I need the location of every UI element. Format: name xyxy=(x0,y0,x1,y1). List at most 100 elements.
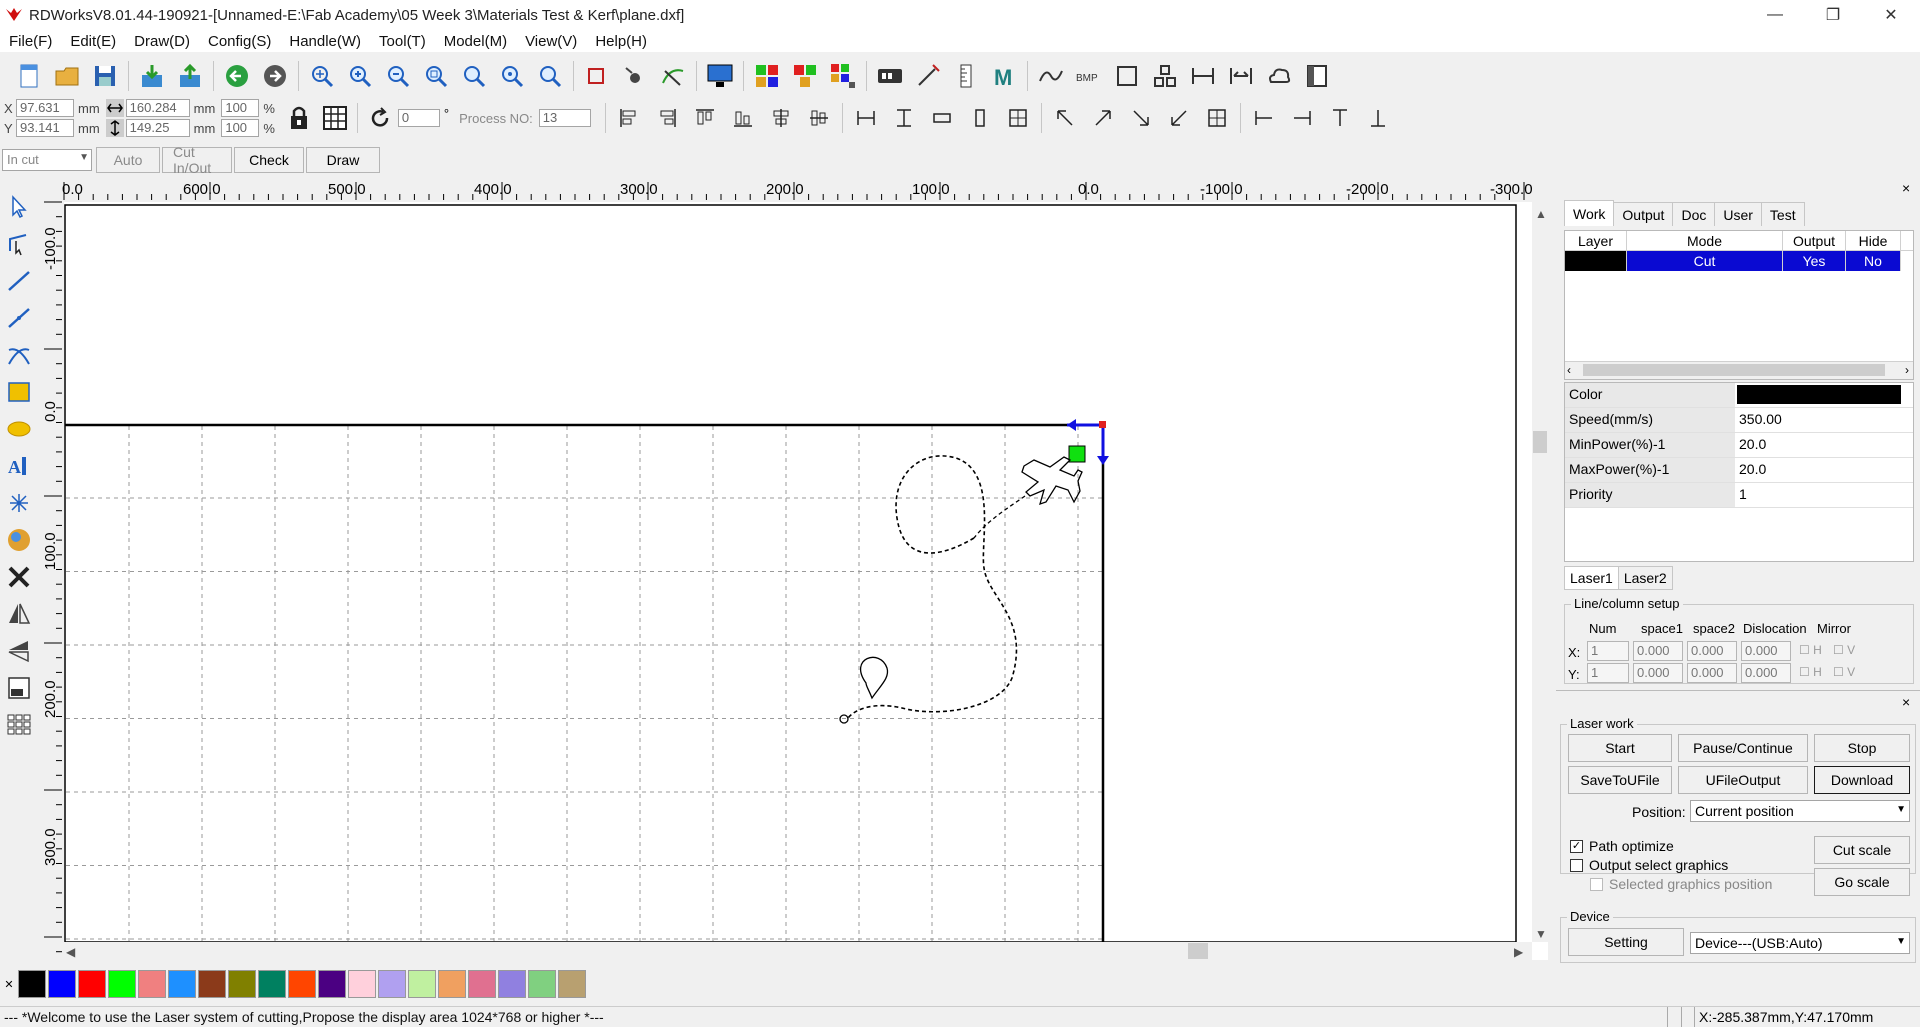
save-to-ufile-button[interactable]: SaveToUFile xyxy=(1568,766,1672,794)
drawing-canvas[interactable]: 0.0 600.0 500.0 400.0 300.0 200.0 100.0 … xyxy=(40,178,1548,960)
ufile-output-button[interactable]: UFileOutput xyxy=(1678,766,1808,794)
tab-output[interactable]: Output xyxy=(1613,202,1674,226)
ellipse-tool-icon[interactable] xyxy=(0,410,38,447)
color-swatch[interactable] xyxy=(78,970,106,998)
panel-close-icon[interactable]: × xyxy=(1902,180,1910,196)
lock-ratio-icon[interactable] xyxy=(283,102,315,134)
menu-model[interactable]: Model(M) xyxy=(435,33,516,50)
sort-icon[interactable] xyxy=(789,60,821,92)
width-input[interactable]: 160.284 xyxy=(125,99,190,117)
tab-user[interactable]: User xyxy=(1714,202,1762,226)
import-icon[interactable] xyxy=(136,60,168,92)
auto-button[interactable]: Auto xyxy=(96,147,160,173)
frame-icon[interactable] xyxy=(581,60,613,92)
prop-value[interactable]: 350.00 xyxy=(1735,408,1913,432)
y-space1-input[interactable]: 0.000 xyxy=(1633,663,1683,683)
menu-help[interactable]: Help(H) xyxy=(586,33,656,50)
prop-row-color[interactable]: Color xyxy=(1565,383,1913,408)
scale-x-input[interactable]: 100 xyxy=(221,99,260,117)
same-height-icon[interactable] xyxy=(888,102,920,134)
color-swatch[interactable] xyxy=(198,970,226,998)
start-button[interactable]: Start xyxy=(1568,734,1672,762)
color-swatch[interactable] xyxy=(558,970,586,998)
color-swatch[interactable] xyxy=(288,970,316,998)
distribute-bottom-icon[interactable] xyxy=(1362,102,1394,134)
move-bottom-right-icon[interactable] xyxy=(1125,102,1157,134)
node-icon[interactable] xyxy=(1149,60,1181,92)
tab-laser2[interactable]: Laser2 xyxy=(1617,566,1673,590)
zoom-in-icon[interactable] xyxy=(344,60,376,92)
device-setting-button[interactable]: Setting xyxy=(1568,928,1684,956)
maximize-button[interactable]: ❐ xyxy=(1804,0,1862,30)
color-swatch[interactable] xyxy=(48,970,76,998)
mirror-vertical-icon[interactable] xyxy=(0,632,38,669)
curve-tool-icon[interactable] xyxy=(0,336,38,373)
node-edit-icon[interactable] xyxy=(0,225,38,262)
select-arrow-icon[interactable] xyxy=(0,188,38,225)
same-width-icon[interactable] xyxy=(850,102,882,134)
color-swatch[interactable] xyxy=(18,970,46,998)
x-mirror-v-checkbox[interactable]: ☐ V xyxy=(1833,643,1855,657)
color-swatch[interactable] xyxy=(528,970,556,998)
go-scale-button[interactable]: Go scale xyxy=(1814,868,1910,896)
layer-mode[interactable]: Cut xyxy=(1627,251,1783,271)
check-button[interactable]: Check xyxy=(234,147,304,173)
arrange-icon[interactable] xyxy=(827,60,859,92)
prop-color-value[interactable] xyxy=(1735,383,1913,407)
zoom-out-icon[interactable] xyxy=(382,60,414,92)
menu-config[interactable]: Config(S) xyxy=(199,33,280,50)
x-dislocation-input[interactable]: 0.000 xyxy=(1741,641,1791,661)
color-swatch[interactable] xyxy=(108,970,136,998)
position-select[interactable]: Current position ▼ xyxy=(1690,800,1910,822)
y-dislocation-input[interactable]: 0.000 xyxy=(1741,663,1791,683)
menu-draw[interactable]: Draw(D) xyxy=(125,33,199,50)
rectangle-frame-icon[interactable] xyxy=(1111,60,1143,92)
menu-handle[interactable]: Handle(W) xyxy=(280,33,370,50)
align-bottom-icon[interactable] xyxy=(727,102,759,134)
color-swatch[interactable] xyxy=(408,970,436,998)
device-select[interactable]: Device---(USB:Auto) ▼ xyxy=(1690,932,1910,954)
process-no-input[interactable]: 13 xyxy=(538,109,591,127)
scroll-right-icon[interactable]: ▶ xyxy=(1514,945,1524,959)
path-optimize-checkbox[interactable]: ✓ Path optimize xyxy=(1570,838,1674,854)
draw-button[interactable]: Draw xyxy=(306,147,380,173)
color-swatch[interactable] xyxy=(348,970,376,998)
distribute-left-icon[interactable] xyxy=(1248,102,1280,134)
palette-close-icon[interactable]: ✕ xyxy=(0,978,18,991)
rotate-icon[interactable] xyxy=(364,102,396,134)
ruler-icon[interactable] xyxy=(950,60,982,92)
scroll-left-icon[interactable]: ‹ xyxy=(1567,363,1571,377)
image-tool-icon[interactable] xyxy=(0,521,38,558)
path-edit-icon[interactable] xyxy=(657,60,689,92)
same-size-v-icon[interactable] xyxy=(964,102,996,134)
undo-icon[interactable] xyxy=(221,60,253,92)
cloud-icon[interactable] xyxy=(1263,60,1295,92)
point-tool-icon[interactable] xyxy=(0,484,38,521)
delete-tool-icon[interactable] xyxy=(0,558,38,595)
tab-work[interactable]: Work xyxy=(1564,200,1615,226)
save-icon[interactable] xyxy=(89,60,121,92)
export-icon[interactable] xyxy=(174,60,206,92)
minimize-button[interactable]: — xyxy=(1746,0,1804,30)
x-position-input[interactable]: 97.631 xyxy=(16,99,74,117)
move-top-right-icon[interactable] xyxy=(1087,102,1119,134)
prop-row-priority[interactable]: Priority 1 xyxy=(1565,483,1913,508)
layer-color-swatch[interactable] xyxy=(1565,251,1627,271)
tab-doc[interactable]: Doc xyxy=(1672,202,1716,226)
y-mirror-v-checkbox[interactable]: ☐ V xyxy=(1833,665,1855,679)
pause-continue-button[interactable]: Pause/Continue xyxy=(1678,734,1808,762)
rotate-input[interactable]: 0 xyxy=(397,109,440,127)
array-icon[interactable] xyxy=(751,60,783,92)
distance-icon[interactable] xyxy=(1187,60,1219,92)
color-swatch[interactable] xyxy=(138,970,166,998)
curve-smooth-icon[interactable] xyxy=(1035,60,1067,92)
output-select-graphics-checkbox[interactable]: Output select graphics xyxy=(1570,857,1728,873)
scale-y-input[interactable]: 100 xyxy=(221,119,260,137)
layer-hide[interactable]: No xyxy=(1846,251,1901,271)
x-space2-input[interactable]: 0.000 xyxy=(1687,641,1737,661)
cut-scale-button[interactable]: Cut scale xyxy=(1814,836,1910,864)
move-top-left-icon[interactable] xyxy=(1049,102,1081,134)
y-space2-input[interactable]: 0.000 xyxy=(1687,663,1737,683)
color-swatch[interactable] xyxy=(318,970,346,998)
align-page-icon[interactable] xyxy=(0,669,38,706)
